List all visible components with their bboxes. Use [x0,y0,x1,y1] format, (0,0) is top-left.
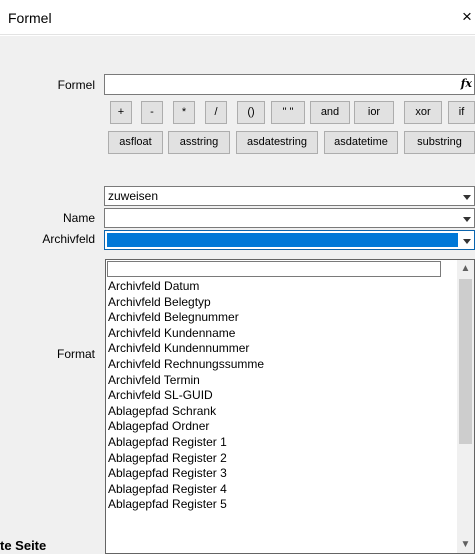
list-item[interactable]: Ablagepfad Ordner [107,419,443,435]
close-icon[interactable]: × [462,7,472,27]
fn-button-substring[interactable]: substring [404,131,475,154]
op-button-xor[interactable]: xor [404,101,442,124]
dropdown-search-input[interactable] [107,261,441,277]
list-item[interactable]: Ablagepfad Register 5 [107,497,443,513]
scroll-down-icon[interactable]: ▼ [457,536,474,553]
list-item[interactable]: Ablagepfad Register 4 [107,482,443,498]
formel-label: Formel [57,78,95,92]
op-button-minus[interactable]: - [141,101,163,124]
list-item[interactable]: Ablagepfad Schrank [107,404,443,420]
scroll-up-icon[interactable]: ▲ [457,260,474,277]
archivfeld-dropdown[interactable]: Archivfeld Datum Archivfeld Belegtyp Arc… [105,259,475,554]
dropdown-scrollbar[interactable]: ▲ ▼ [457,260,474,553]
list-item[interactable]: Archivfeld Rechnungssumme [107,357,443,373]
window-title: Formel [8,10,52,26]
dropdown-list: Archivfeld Datum Archivfeld Belegtyp Arc… [107,279,443,513]
formel-input[interactable]: fx [104,74,475,95]
op-button-multiply[interactable]: * [173,101,195,124]
list-item[interactable]: Archivfeld SL-GUID [107,388,443,404]
format-label: Format [56,347,95,361]
fn-button-asdatestring[interactable]: asdatestring [236,131,318,154]
list-item[interactable]: Ablagepfad Register 2 [107,451,443,467]
list-item[interactable]: Ablagepfad Register 3 [107,466,443,482]
list-item[interactable]: Archivfeld Belegtyp [107,295,443,311]
fn-button-asstring[interactable]: asstring [168,131,230,154]
list-item[interactable]: Archivfeld Kundenname [107,326,443,342]
chevron-down-icon[interactable] [463,239,471,244]
archivfeld-selection-highlight [107,233,458,247]
name-select[interactable] [104,208,475,228]
fn-button-asdatetime[interactable]: asdatetime [324,131,398,154]
archivfeld-label: Archivfeld [42,232,95,246]
list-item[interactable]: Archivfeld Termin [107,373,443,389]
zuweisen-select[interactable]: zuweisen [104,186,475,206]
list-item[interactable]: Ablagepfad Register 1 [107,435,443,451]
chevron-down-icon[interactable] [463,195,471,200]
footer-tab-label[interactable]: te Seite [0,538,46,553]
op-button-quotes[interactable]: " " [271,101,305,124]
title-bar: Formel × [0,0,475,35]
fx-icon[interactable]: fx [461,77,472,90]
list-item[interactable]: Archivfeld Belegnummer [107,310,443,326]
zuweisen-value: zuweisen [108,189,159,203]
op-button-if[interactable]: if [448,101,475,124]
op-button-and[interactable]: and [310,101,350,124]
op-button-divide[interactable]: / [205,101,227,124]
scrollbar-thumb[interactable] [459,279,472,444]
op-button-ior[interactable]: ior [354,101,394,124]
name-label: Name [62,211,95,225]
archivfeld-select[interactable] [104,230,475,250]
list-item[interactable]: Archivfeld Kundennummer [107,341,443,357]
op-button-parentheses[interactable]: () [237,101,265,124]
chevron-down-icon[interactable] [463,217,471,222]
fn-button-asfloat[interactable]: asfloat [108,131,163,154]
list-item[interactable]: Archivfeld Datum [107,279,443,295]
op-button-plus[interactable]: + [110,101,132,124]
